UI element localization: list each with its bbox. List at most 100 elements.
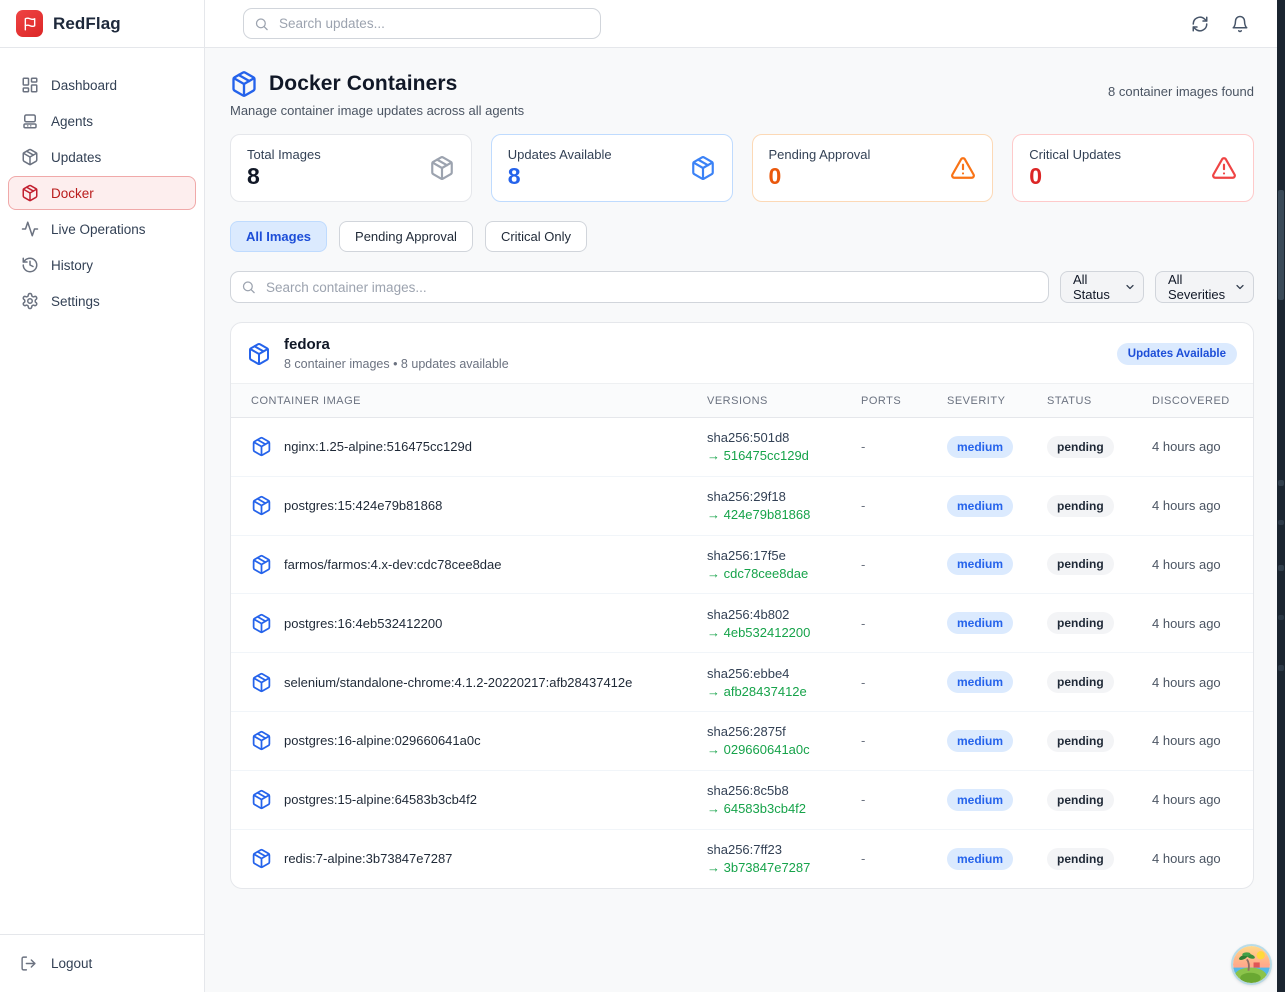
version-new: → 3b73847e7287 [707,860,861,875]
version-new: → cdc78cee8dae [707,566,861,581]
severity-badge: medium [947,671,1013,693]
image-search-input[interactable] [230,271,1049,303]
table-body: nginx:1.25-alpine:516475cc129d sha256:501… [231,418,1253,888]
sidebar-item-live-operations[interactable]: Live Operations [8,212,196,246]
version-new: → 4eb532412200 [707,625,861,640]
discovered-cell: 4 hours ago [1152,733,1233,748]
col-status: STATUS [1047,395,1152,407]
bell-icon[interactable] [1231,15,1249,33]
status-filter-select[interactable]: All Status [1060,271,1144,303]
container-image-name: redis:7-alpine:3b73847e7287 [284,851,452,866]
table-row[interactable]: postgres:15:424e79b81868sha256:29f18→ 42… [231,477,1253,536]
table-row[interactable]: postgres:15-alpine:64583b3cb4f2 sha256:8c… [231,771,1253,830]
sidebar-item-dashboard[interactable]: Dashboard [8,68,196,102]
page-head-left: Docker Containers Manage container image… [230,70,524,118]
ports-cell: - [861,557,947,572]
sidebar-item-settings[interactable]: Settings [8,284,196,318]
sidebar-item-docker[interactable]: Docker [8,176,196,210]
status-badge: pending [1047,848,1114,870]
discovered-cell: 4 hours ago [1152,675,1233,690]
ports-cell: - [861,792,947,807]
status-badge: pending [1047,553,1114,575]
topbar-actions [1191,15,1249,33]
version-current: sha256:4b802 [707,607,861,622]
container-image-name: postgres:15-alpine:64583b3cb4f2 [284,792,477,807]
status-cell: pending [1047,848,1152,870]
logout-button[interactable]: Logout [8,949,196,978]
severity-cell: medium [947,612,1047,634]
severity-filter-select[interactable]: All Severities [1155,271,1254,303]
table-row[interactable]: nginx:1.25-alpine:516475cc129d sha256:501… [231,418,1253,477]
warning-triangle-icon [1211,155,1237,181]
topbar-search [243,8,601,39]
status-cell: pending [1047,436,1152,458]
package-icon [251,848,272,869]
table-row[interactable]: farmos/farmos:4.x-dev:cdc78cee8dae sha256… [231,536,1253,595]
stat-text: Critical Updates0 [1029,147,1121,189]
package-icon [251,436,272,457]
refresh-icon[interactable] [1191,15,1209,33]
stat-label: Critical Updates [1029,147,1121,162]
search-icon [241,280,256,295]
content: Docker Containers Manage container image… [205,48,1285,992]
tab-pending-approval[interactable]: Pending Approval [339,221,473,252]
package-icon [21,148,39,166]
version-current: sha256:ebbe4 [707,666,861,681]
table-row[interactable]: postgres:16-alpine:029660641a0csha256:28… [231,712,1253,771]
table-row[interactable]: postgres:16:4eb532412200sha256:4b802→ 4e… [231,594,1253,653]
status-cell: pending [1047,671,1152,693]
version-current: sha256:29f18 [707,489,861,504]
version-current: sha256:8c5b8 [707,783,861,798]
sidebar-item-updates[interactable]: Updates [8,140,196,174]
versions-cell: sha256:8c5b8→ 64583b3cb4f2 [707,783,861,816]
col-ports: PORTS [861,395,947,407]
tab-critical-only[interactable]: Critical Only [485,221,587,252]
stat-value: 0 [769,164,871,189]
version-current: sha256:17f5e [707,548,861,563]
agents-icon [21,112,39,130]
container-image-cell: redis:7-alpine:3b73847e7287 [251,848,707,869]
package-icon [251,789,272,810]
status-cell: pending [1047,495,1152,517]
filter-tabs: All Images Pending Approval Critical Only [230,221,1254,252]
ports-cell: - [861,675,947,690]
sidebar-bottom: Logout [0,934,204,992]
table-row[interactable]: selenium/standalone-chrome:4.1.2-2022021… [231,653,1253,712]
page-head: Docker Containers Manage container image… [230,70,1254,118]
sidebar-item-label: History [51,258,93,273]
container-image-name: farmos/farmos:4.x-dev:cdc78cee8dae [284,557,502,572]
severity-cell: medium [947,671,1047,693]
ports-cell: - [861,616,947,631]
sidebar-item-label: Live Operations [51,222,146,237]
stat-text: Updates Available8 [508,147,612,189]
window-edge-scrollbar[interactable] [1277,0,1285,992]
sidebar-item-history[interactable]: History [8,248,196,282]
severity-badge: medium [947,730,1013,752]
status-badge: pending [1047,789,1114,811]
tab-all-images[interactable]: All Images [230,221,327,252]
col-discovered: DISCOVERED [1152,395,1233,407]
updates-search-input[interactable] [243,8,601,39]
version-new: → afb28437412e [707,684,861,699]
stats-cards: Total Images8 Updates Available8 Pending A… [230,134,1254,202]
flag-icon [23,17,37,31]
version-current: sha256:501d8 [707,430,861,445]
col-versions: VERSIONS [707,395,861,407]
versions-cell: sha256:ebbe4 → afb28437412e [707,666,861,699]
island-widget-button[interactable] [1233,946,1270,983]
versions-cell: sha256:501d8→ 516475cc129d [707,430,861,463]
package-icon [690,155,716,181]
severity-filter-value: All Severities [1168,272,1229,302]
container-image-cell: postgres:15:424e79b81868 [251,495,707,516]
app-window: RedFlag DashboardAgentsUpdatesDockerLive… [0,0,1285,992]
status-badge: pending [1047,612,1114,634]
stat-text: Total Images8 [247,147,321,189]
sidebar-item-agents[interactable]: Agents [8,104,196,138]
container-image-name: nginx:1.25-alpine:516475cc129d [284,439,472,454]
group-name: fedora [284,336,509,353]
severity-badge: medium [947,848,1013,870]
sidebar-item-label: Updates [51,150,101,165]
island-icon [1233,946,1270,983]
stat-label: Pending Approval [769,147,871,162]
table-row[interactable]: redis:7-alpine:3b73847e7287sha256:7ff23→… [231,830,1253,889]
